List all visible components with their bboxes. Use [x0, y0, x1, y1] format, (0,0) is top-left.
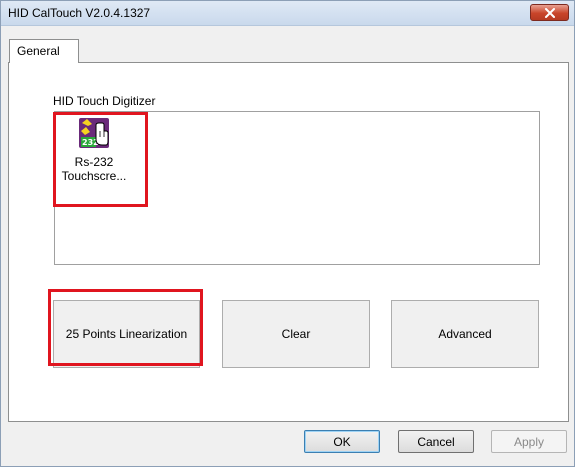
clear-button-label: Clear — [281, 327, 311, 341]
tab-general[interactable]: General — [9, 39, 79, 63]
apply-button-label: Apply — [513, 434, 545, 449]
device-item-rs232[interactable]: 232 Rs-232 Touchscre... — [56, 113, 146, 205]
advanced-button[interactable]: Advanced — [391, 300, 539, 368]
clear-button[interactable]: Clear — [222, 300, 370, 368]
cancel-button-label: Cancel — [417, 434, 455, 449]
apply-button[interactable]: Apply — [491, 430, 567, 453]
cancel-button[interactable]: Cancel — [398, 430, 474, 453]
close-button[interactable] — [530, 4, 569, 21]
digitizer-group-label: HID Touch Digitizer — [53, 94, 156, 108]
dialog-window: HID CalTouch V2.0.4.1327 General HID Tou… — [0, 0, 575, 467]
tab-general-label: General — [17, 44, 60, 58]
window-title: HID CalTouch V2.0.4.1327 — [8, 6, 151, 20]
device-label: Rs-232 Touchscre... — [56, 155, 132, 183]
linearization-button[interactable]: 25 Points Linearization — [53, 300, 200, 368]
close-x-icon — [544, 7, 555, 18]
device-label-line2: Touchscre... — [61, 169, 127, 183]
linearization-button-label: 25 Points Linearization — [65, 327, 188, 341]
title-bar[interactable]: HID CalTouch V2.0.4.1327 — [1, 1, 574, 26]
ok-button[interactable]: OK — [304, 430, 380, 453]
touch-device-icon: 232 — [79, 118, 109, 148]
ok-button-label: OK — [333, 434, 351, 449]
device-label-line1: Rs-232 — [74, 155, 114, 169]
advanced-button-label: Advanced — [438, 327, 492, 341]
